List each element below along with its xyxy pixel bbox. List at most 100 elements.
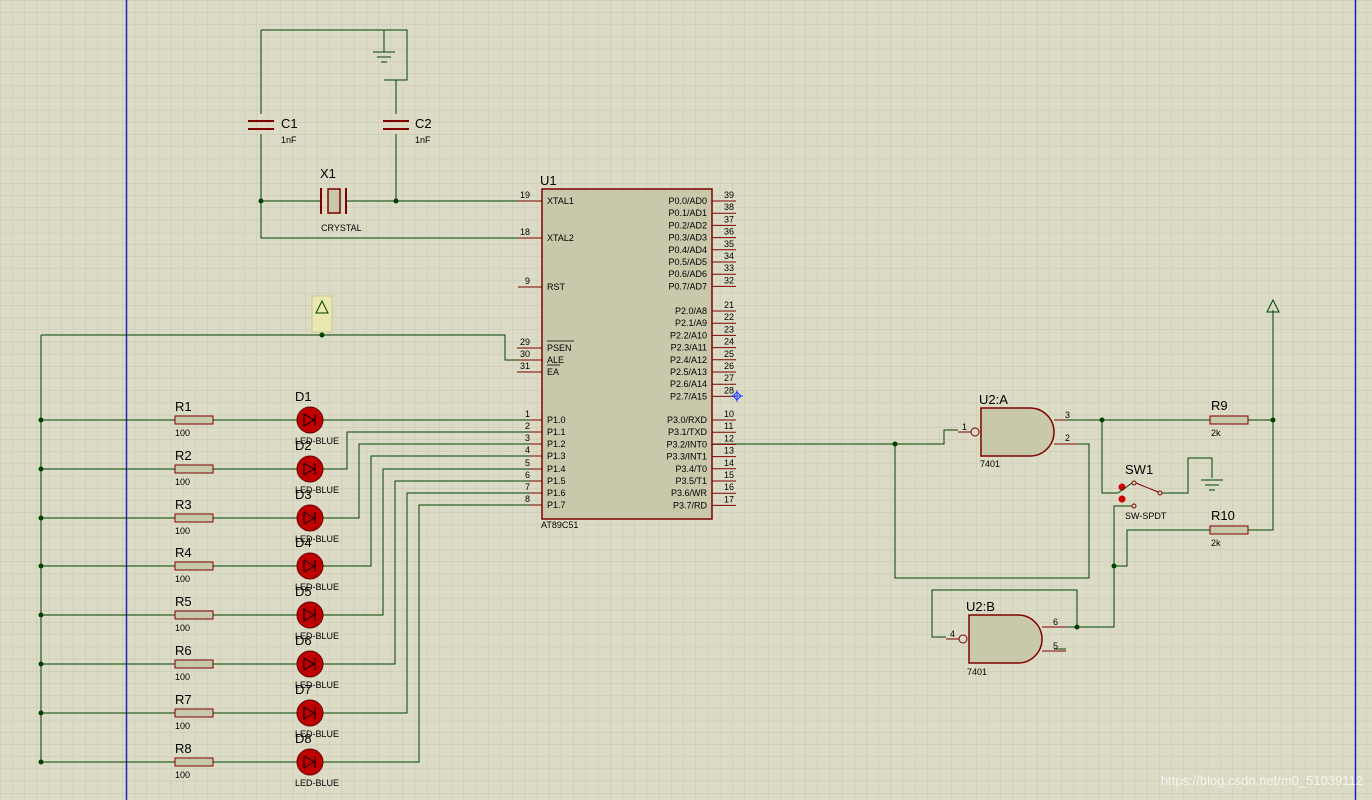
- u1-pin-name: P2.1/A9: [675, 318, 707, 328]
- u2a-side-pin: 2: [1065, 433, 1070, 443]
- led-ref: D6: [295, 633, 312, 648]
- u1-pin-name: P1.2: [547, 439, 566, 449]
- led-ref: D1: [295, 389, 312, 404]
- resistor-ref: R8: [175, 741, 192, 756]
- u1-pin-name: P3.5/T1: [675, 476, 707, 486]
- led-ref: D3: [295, 487, 312, 502]
- u1-pin-name: XTAL1: [547, 196, 574, 206]
- r9-value: 2k: [1211, 428, 1221, 438]
- led[interactable]: [296, 748, 324, 776]
- c1-value: 1nF: [281, 135, 297, 145]
- u1-pin-name: RST: [547, 282, 566, 292]
- resistor-ref: R3: [175, 497, 192, 512]
- u1-pin-number: 29: [520, 337, 530, 347]
- u1-ref: U1: [540, 173, 557, 188]
- led[interactable]: [296, 601, 324, 629]
- u1-pin-number: 39: [724, 190, 734, 200]
- u1-pin-name: P3.3/INT1: [666, 452, 707, 462]
- resistor-r9[interactable]: [1209, 415, 1249, 425]
- c1-ref: C1: [281, 116, 298, 131]
- u1-pin-name: P0.5/AD5: [668, 257, 707, 267]
- led[interactable]: [296, 699, 324, 727]
- u1-pin-number: 26: [724, 361, 734, 371]
- power-terminal-left[interactable]: [311, 295, 333, 333]
- u1-pin-number: 21: [724, 300, 734, 310]
- u1-pin-number: 12: [724, 433, 734, 443]
- u2b-side-pin: 5: [1053, 641, 1058, 651]
- u2a-out-pin: 3: [1065, 410, 1070, 420]
- u1-pin-name: P2.0/A8: [675, 306, 707, 316]
- u1-pin-name: P2.2/A10: [670, 330, 707, 340]
- resistor[interactable]: [174, 513, 214, 523]
- resistor[interactable]: [174, 708, 214, 718]
- resistor-r10[interactable]: [1209, 525, 1249, 535]
- u1-pin-number: 11: [724, 421, 733, 431]
- u1-pin-name: P0.4/AD4: [668, 245, 707, 255]
- u1-pin-number: 10: [724, 409, 734, 419]
- led-part: LED-BLUE: [295, 778, 339, 788]
- u1-pin-name: ALE: [547, 355, 564, 365]
- u1-pin-number: 35: [724, 239, 734, 249]
- led[interactable]: [296, 504, 324, 532]
- u1-pin-number: 28: [724, 385, 734, 395]
- resistor[interactable]: [174, 659, 214, 669]
- led[interactable]: [296, 406, 324, 434]
- u1-pin-name: P1.5: [547, 476, 566, 486]
- u1-pin-number: 18: [520, 227, 530, 237]
- led[interactable]: [296, 552, 324, 580]
- led-ref: D7: [295, 682, 312, 697]
- u1-pin-number: 2: [525, 421, 530, 431]
- r10-ref: R10: [1211, 508, 1235, 523]
- led-ref: D4: [295, 535, 312, 550]
- u1-pin-number: 37: [724, 214, 734, 224]
- schematic-canvas[interactable]: C1 1nF C2 1nF X1 CRYSTAL U1 AT89C51 19XT…: [0, 0, 1372, 800]
- led[interactable]: [296, 455, 324, 483]
- resistor-value: 100: [175, 623, 190, 633]
- u1-pin-name: P0.6/AD6: [668, 269, 707, 279]
- u1-pin-name: P2.3/A11: [671, 343, 707, 353]
- u1-pin-name: EA: [547, 367, 559, 377]
- resistor[interactable]: [174, 561, 214, 571]
- u1-pin-name: P1.0: [547, 415, 566, 425]
- resistor[interactable]: [174, 757, 214, 767]
- u2b-out-pin: 6: [1053, 617, 1058, 627]
- u2a-in-pin: 1: [962, 422, 967, 432]
- resistor-value: 100: [175, 477, 190, 487]
- u1-pin-name: P3.1/TXD: [668, 427, 708, 437]
- u2b-in-pin: 4: [950, 629, 955, 639]
- u1-pin-name: P1.3: [547, 451, 566, 461]
- resistor[interactable]: [174, 415, 214, 425]
- r10-value: 2k: [1211, 538, 1221, 548]
- u1-pin-number: 5: [525, 458, 530, 468]
- u1-pin-number: 8: [525, 494, 530, 504]
- led[interactable]: [296, 650, 324, 678]
- resistor-ref: R7: [175, 692, 192, 707]
- u1-pin-number: 33: [724, 263, 734, 273]
- u1-pin-number: 13: [724, 446, 734, 456]
- resistor-ref: R6: [175, 643, 192, 658]
- u1-pin-name: XTAL2: [547, 233, 574, 243]
- u1-pin-number: 25: [724, 349, 734, 359]
- resistor[interactable]: [174, 610, 214, 620]
- u1-pin-name: P3.6/WR: [671, 488, 708, 498]
- u1-pin-name: P1.7: [547, 500, 566, 510]
- resistor-value: 100: [175, 428, 190, 438]
- u1-pin-name: PSEN: [547, 343, 572, 353]
- led-ref: D8: [295, 731, 312, 746]
- u1-pin-name: P0.1/AD1: [668, 208, 707, 218]
- u1-pin-number: 6: [525, 470, 530, 480]
- resistor-ref: R2: [175, 448, 192, 463]
- u1-pin-name: P3.2/INT0: [666, 439, 707, 449]
- resistor-ref: R4: [175, 545, 192, 560]
- u1-pin-number: 7: [525, 482, 530, 492]
- u1-pin-number: 15: [724, 470, 734, 480]
- u1-pin-number: 32: [724, 275, 734, 285]
- sw1-ref: SW1: [1125, 462, 1153, 477]
- x1-part: CRYSTAL: [321, 223, 362, 233]
- c2-value: 1nF: [415, 135, 431, 145]
- resistor-ref: R5: [175, 594, 192, 609]
- resistor[interactable]: [174, 464, 214, 474]
- u1-pin-number: 30: [520, 349, 530, 359]
- x1-ref: X1: [320, 166, 336, 181]
- u1-pin-number: 14: [724, 458, 734, 468]
